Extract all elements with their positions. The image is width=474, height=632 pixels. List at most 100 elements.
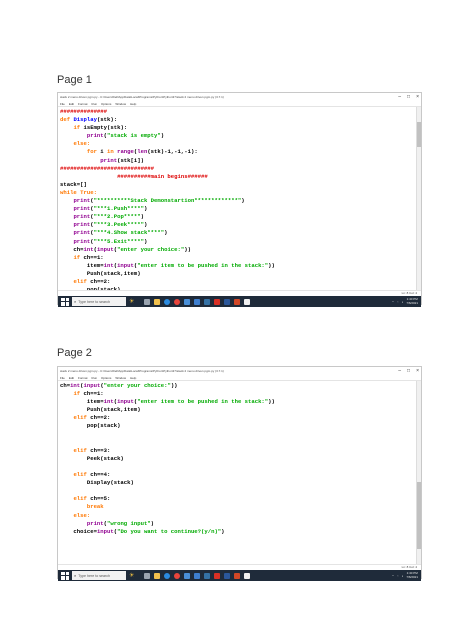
menu-edit[interactable]: Edit [69, 376, 74, 380]
powerpoint-icon[interactable] [234, 298, 241, 305]
minimize-icon[interactable]: – [398, 94, 401, 100]
menu-options[interactable]: Options [101, 376, 111, 380]
store-icon[interactable] [184, 298, 191, 305]
maximize-icon[interactable]: □ [407, 94, 410, 100]
code-token: ##########main begins###### [117, 172, 208, 180]
code-token: "wrong input" [107, 519, 151, 527]
mail-icon[interactable] [194, 572, 201, 579]
code-token: break [86, 503, 104, 511]
minimize-icon[interactable]: – [398, 368, 401, 374]
code-token: ch==2: [90, 414, 111, 422]
clock[interactable]: 1:40 PM 7/6/2021 [406, 571, 418, 579]
task-view-icon[interactable] [144, 572, 151, 579]
pinned-apps [144, 572, 251, 579]
chrome-icon[interactable] [174, 572, 181, 579]
clock-date: 7/6/2021 [406, 574, 418, 579]
taskbar-search-box[interactable]: ⌕ Type here to search [72, 571, 126, 580]
code-token: pop(stack) [60, 422, 121, 430]
task-view-icon[interactable] [144, 298, 151, 305]
vertical-scrollbar[interactable] [416, 107, 421, 290]
clock[interactable]: 1:40 PM 7/6/2021 [406, 297, 418, 305]
store-icon[interactable] [184, 572, 191, 579]
windows-start-icon[interactable] [61, 571, 69, 580]
volume-icon[interactable]: ◖ [402, 300, 404, 304]
edge-icon[interactable] [164, 298, 171, 305]
network-icon[interactable]: ◔ [397, 300, 399, 304]
tray-up-icon[interactable]: ^ [392, 300, 393, 304]
maximize-icon[interactable]: □ [407, 368, 410, 374]
code-token: elif [73, 446, 91, 454]
taskbar-search-box[interactable]: ⌕ Type here to search [72, 297, 126, 306]
menu-format[interactable]: Format [78, 376, 88, 380]
code-token: ch==5: [90, 495, 111, 503]
menu-file[interactable]: File [60, 376, 65, 380]
word-icon[interactable] [224, 298, 231, 305]
window-controls: – □ × [398, 367, 419, 375]
weather-icon[interactable]: ☀ [129, 298, 134, 305]
close-icon[interactable]: × [416, 94, 419, 100]
volume-icon[interactable]: ◖ [402, 574, 404, 578]
menu-help[interactable]: Help [130, 376, 136, 380]
menu-window[interactable]: Window [115, 102, 126, 106]
windows-start-icon[interactable] [61, 297, 69, 306]
weather-icon[interactable]: ☀ [129, 572, 134, 579]
scrollbar-thumb[interactable] [417, 481, 421, 550]
code-token: print [86, 519, 104, 527]
menu-file[interactable]: File [60, 102, 65, 106]
code-token: ) [143, 237, 148, 245]
menu-edit[interactable]: Edit [69, 102, 74, 106]
mail-icon[interactable] [194, 298, 201, 305]
code-editor[interactable]: ############## def Display(stk): if isEmp… [58, 107, 421, 290]
vertical-scrollbar[interactable] [416, 381, 421, 564]
acrobat-icon[interactable] [214, 298, 221, 305]
code-token: print [100, 156, 118, 164]
menu-run[interactable]: Run [92, 102, 98, 106]
code-line: while True: [60, 189, 275, 197]
code-token: Push(stack,item) [60, 406, 141, 414]
code-token: print [73, 197, 91, 205]
network-icon[interactable]: ◔ [397, 574, 399, 578]
code-line: print("***1.Push****") [60, 205, 275, 213]
page-1-screenshot: stack 2 menu driven pgm.py - C:\Users\De… [57, 92, 422, 307]
file-explorer-icon[interactable] [154, 572, 161, 579]
menu-run[interactable]: Run [92, 376, 98, 380]
code-line: choice=input("Do you want to continue?(y… [60, 528, 275, 536]
clock-date: 7/6/2021 [406, 300, 418, 305]
powerpoint-icon[interactable] [234, 572, 241, 579]
chrome-icon[interactable] [174, 298, 181, 305]
idle-icon[interactable] [244, 572, 251, 579]
tray-up-icon[interactable]: ^ [392, 574, 393, 578]
word-icon[interactable] [224, 572, 231, 579]
menu-format[interactable]: Format [78, 102, 88, 106]
idle-icon[interactable] [244, 298, 251, 305]
python-icon[interactable] [204, 572, 211, 579]
code-token: )) [170, 382, 178, 389]
code-token: ############################ [60, 164, 154, 172]
code-token: Push(stack,item) [60, 269, 141, 277]
system-tray: ^ ◔ ◖ 1:40 PM 7/6/2021 [392, 296, 418, 307]
search-placeholder: Type here to search [78, 299, 111, 304]
close-icon[interactable]: × [416, 368, 419, 374]
code-editor[interactable]: ch=int(input("enter your choice:")) if c… [58, 381, 421, 564]
edge-icon[interactable] [164, 572, 171, 579]
scrollbar-thumb[interactable] [417, 121, 421, 148]
python-icon[interactable] [204, 298, 211, 305]
code-line: print("***3.Peek****") [60, 221, 275, 229]
menu-options[interactable]: Options [101, 102, 111, 106]
menu-help[interactable]: Help [130, 102, 136, 106]
menu-window[interactable]: Window [115, 376, 126, 380]
code-token: "***2.Pop****" [93, 213, 141, 221]
code-token: ############## [60, 108, 107, 115]
code-token: elif [73, 277, 91, 285]
acrobat-icon[interactable] [214, 572, 221, 579]
code-token: ) [221, 527, 225, 535]
file-explorer-icon[interactable] [154, 298, 161, 305]
code-token: Display [73, 116, 97, 124]
code-line: print("***4.Show stack****") [60, 229, 275, 237]
